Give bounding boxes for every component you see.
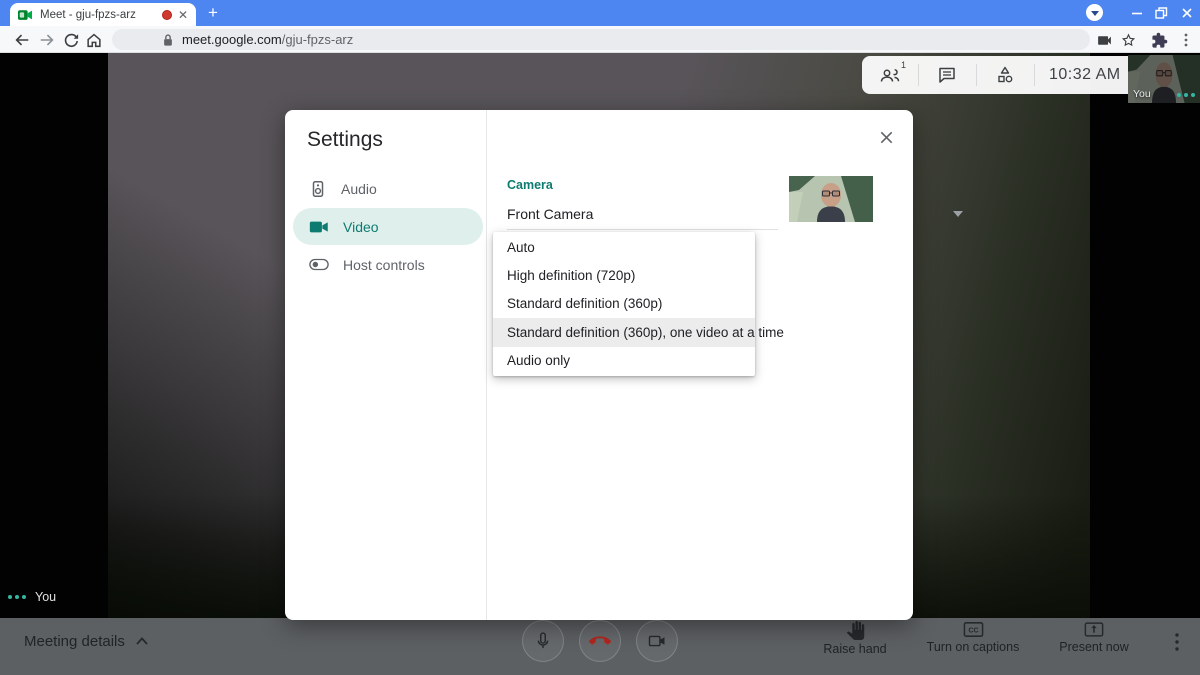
activities-button[interactable] (993, 63, 1017, 87)
present-icon (1084, 621, 1104, 638)
raise-hand-button[interactable]: Raise hand (795, 621, 915, 656)
camera-select[interactable]: Front Camera (507, 198, 778, 230)
main-participant-label: You (8, 590, 56, 604)
window-close-button[interactable] (1179, 0, 1195, 26)
new-tab-button[interactable]: + (202, 1, 224, 24)
speaker-icon (309, 180, 327, 198)
url-text: meet.google.com/gju-fpzs-arz (182, 32, 353, 47)
meet-favicon-icon (18, 9, 32, 21)
cc-glyph: CC (968, 626, 978, 634)
meet-bottom-bar: Meeting details Raise hand CC Turn on ca… (0, 618, 1200, 675)
browser-toolbar: meet.google.com/gju-fpzs-arz (0, 26, 1200, 53)
sidebar-item-video[interactable]: Video (293, 208, 483, 245)
caret-down-icon (1091, 11, 1099, 16)
captions-label: Turn on captions (927, 640, 1020, 654)
participants-button[interactable]: 1 (878, 63, 902, 87)
meeting-details-button[interactable]: Meeting details (24, 618, 149, 664)
back-button[interactable] (12, 30, 32, 50)
mute-microphone-button[interactable] (522, 620, 564, 662)
camera-select-value: Front Camera (507, 206, 593, 222)
bookmark-star-icon[interactable] (1118, 30, 1138, 50)
videocam-icon (309, 219, 329, 235)
raise-hand-label: Raise hand (823, 642, 886, 656)
chat-button[interactable] (935, 63, 959, 87)
screen: Meet - gju-fpzs-arz ✕ + (0, 0, 1200, 675)
divider (1034, 64, 1035, 86)
window-profile-button[interactable] (1086, 4, 1103, 21)
divider (918, 64, 919, 86)
present-now-button[interactable]: Present now (1034, 621, 1154, 654)
camera-icon (647, 631, 667, 651)
forward-button[interactable] (37, 30, 57, 50)
home-button[interactable] (84, 30, 104, 50)
chevron-up-icon (135, 636, 149, 646)
dropdown-option[interactable]: Standard definition (360p) (493, 290, 755, 318)
dropdown-option[interactable]: Auto (493, 233, 755, 261)
selfview-thumbnail[interactable]: You (1128, 55, 1200, 103)
tab-close-icon[interactable]: ✕ (178, 9, 188, 21)
reload-button[interactable] (61, 30, 81, 50)
divider (976, 64, 977, 86)
url-domain: meet.google.com (182, 32, 282, 47)
url-path: /gju-fpzs-arz (282, 32, 354, 47)
leave-call-button[interactable] (579, 620, 621, 662)
volume-indicator-icon (8, 595, 26, 599)
camera-section-label: Camera (507, 178, 553, 192)
window-minimize-button[interactable] (1129, 0, 1145, 26)
extension-puzzle-icon[interactable] (1149, 30, 1169, 50)
present-now-label: Present now (1059, 640, 1128, 654)
dialog-title: Settings (307, 128, 383, 152)
resolution-dropdown: Auto High definition (720p) Standard def… (493, 232, 755, 376)
camera-in-use-icon[interactable] (1094, 30, 1114, 50)
selfview-name-label: You (1133, 88, 1151, 100)
sidebar-item-label: Host controls (343, 257, 425, 273)
close-icon[interactable] (875, 126, 897, 148)
camera-preview (789, 176, 873, 222)
media-recording-indicator-icon (162, 10, 172, 20)
tab-title: Meet - gju-fpzs-arz (40, 9, 158, 21)
participants-count-badge: 1 (901, 60, 906, 70)
captions-button[interactable]: CC Turn on captions (913, 621, 1033, 654)
dropdown-arrow-icon (953, 211, 963, 217)
toggle-icon (309, 258, 329, 271)
sidebar-item-host-controls[interactable]: Host controls (293, 246, 483, 283)
lock-icon[interactable] (162, 33, 174, 47)
microphone-icon (533, 631, 553, 651)
browser-tab[interactable]: Meet - gju-fpzs-arz ✕ (10, 3, 196, 26)
settings-dialog: Settings Audio Video Host controls Camer… (285, 110, 913, 620)
browser-titlebar: Meet - gju-fpzs-arz ✕ + (0, 0, 1200, 26)
participant-name: You (35, 590, 56, 604)
browser-menu-icon[interactable] (1176, 30, 1196, 50)
sidebar-item-audio[interactable]: Audio (293, 170, 483, 207)
hang-up-icon (589, 630, 611, 652)
dropdown-option[interactable]: Audio only (493, 347, 755, 375)
dropdown-option-highlighted[interactable]: Standard definition (360p), one video at… (493, 318, 755, 346)
clock-time: 10:32 AM (1049, 66, 1121, 84)
meeting-details-label: Meeting details (24, 633, 125, 650)
camera-off-button[interactable] (636, 620, 678, 662)
selfview-volume-indicator-icon (1177, 93, 1195, 97)
window-restore-button[interactable] (1153, 0, 1169, 26)
url-bar[interactable]: meet.google.com/gju-fpzs-arz (112, 29, 1090, 50)
captions-icon: CC (963, 621, 984, 638)
sidebar-item-label: Video (343, 219, 379, 235)
more-options-button[interactable] (1170, 628, 1184, 656)
settings-sidebar: Settings Audio Video Host controls (285, 110, 487, 620)
raise-hand-icon (846, 621, 865, 640)
sidebar-item-label: Audio (341, 181, 377, 197)
dropdown-option[interactable]: High definition (720p) (493, 261, 755, 289)
